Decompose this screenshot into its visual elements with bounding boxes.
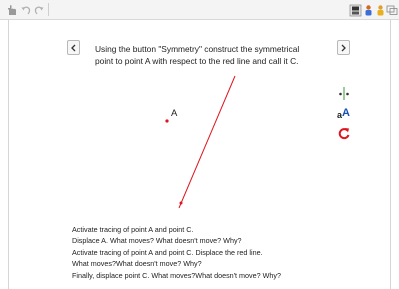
task-line: Finally, displace point C. What moves?Wh… (72, 270, 281, 280)
chevron-left-icon (71, 44, 76, 51)
toolbar-separator (48, 3, 49, 16)
instruction-text: Using the button "Symmetry" construct th… (95, 44, 300, 66)
perspectives-icon[interactable] (385, 3, 399, 17)
text-label-tool-icon: a A (337, 107, 350, 120)
line-control-point[interactable] (179, 201, 183, 205)
symmetry-tool-icon (339, 87, 349, 100)
point-a-label: A (171, 108, 178, 119)
text-label-tool-button[interactable]: a A (337, 105, 351, 120)
next-button[interactable] (337, 40, 350, 55)
point-a[interactable] (165, 119, 169, 123)
reset-button[interactable] (337, 126, 351, 141)
undo-icon[interactable] (19, 3, 33, 17)
task-list: Activate tracing of point A and point C.… (72, 224, 372, 281)
task-line: Activate tracing of point A and point C. (72, 225, 194, 234)
top-toolbar (0, 0, 399, 20)
task-line: Displace A. What moves? What doesn't mov… (72, 236, 242, 246)
task-line: Activate tracing of point A and point C.… (72, 247, 263, 257)
svg-text:A: A (342, 107, 350, 119)
task-line: What moves?What doesn't move? Why? (72, 259, 202, 269)
redo-icon[interactable] (32, 3, 46, 17)
reset-icon (338, 128, 350, 140)
chevron-right-icon (341, 44, 346, 51)
symmetry-tool-button[interactable] (337, 86, 351, 101)
previous-button[interactable] (67, 40, 80, 55)
algebra-view-icon[interactable] (348, 3, 362, 17)
hand-pointer-icon[interactable] (5, 3, 19, 17)
